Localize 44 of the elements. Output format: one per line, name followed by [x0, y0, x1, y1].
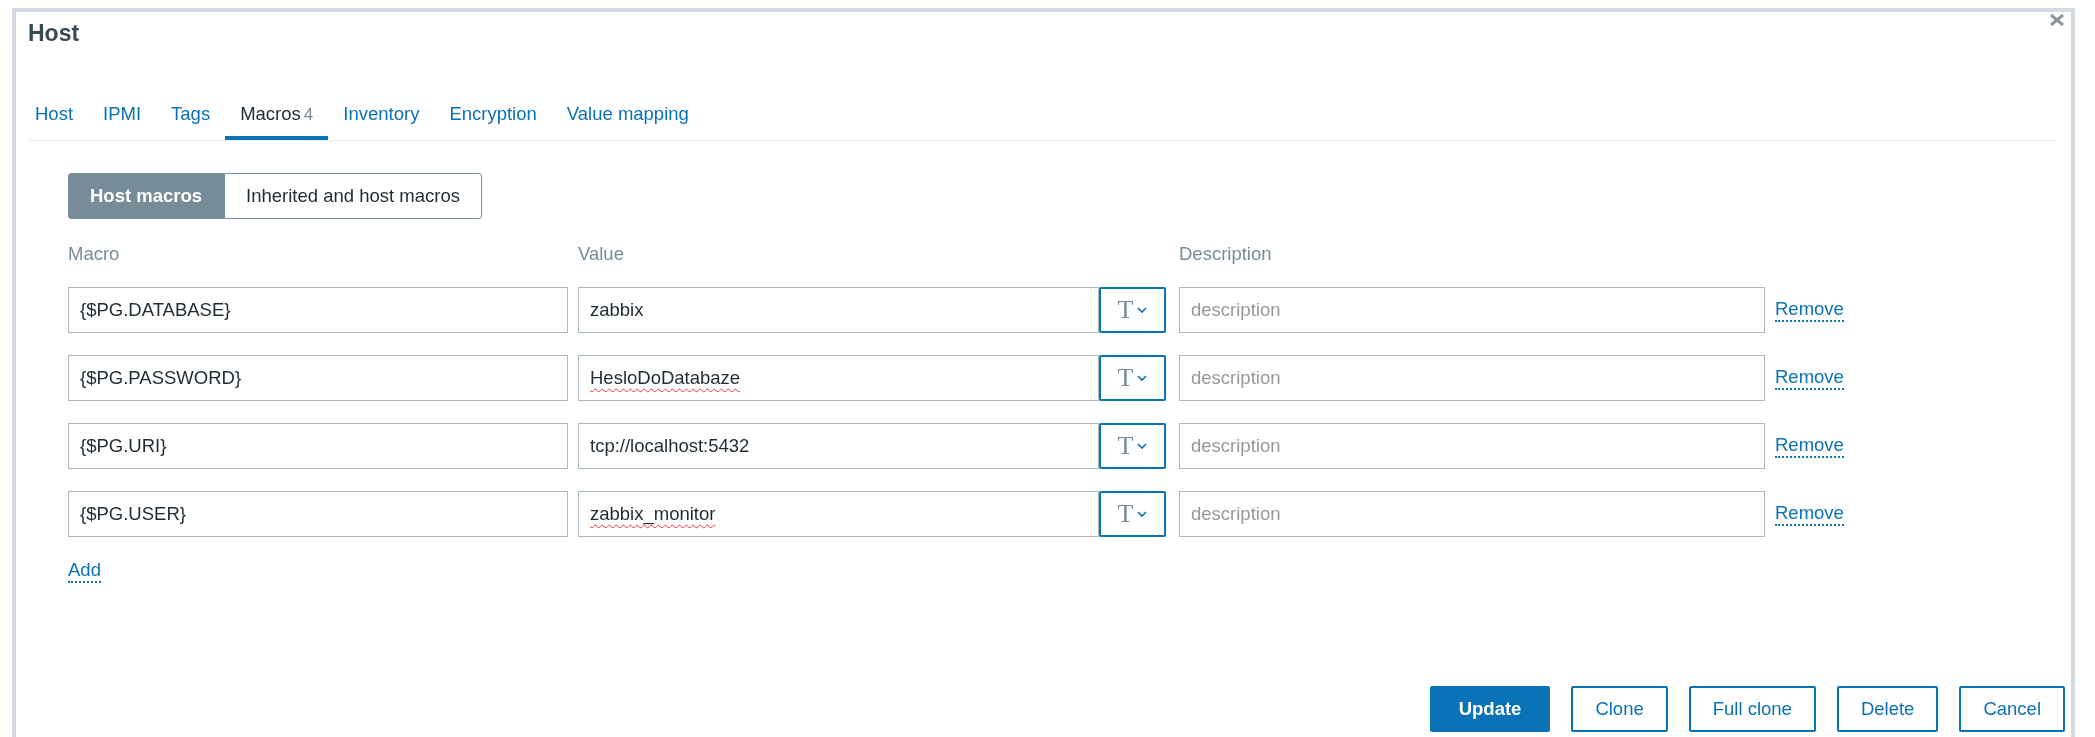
secondary-button[interactable]: Full clone: [1688, 686, 1816, 732]
description-field[interactable]: description: [1179, 423, 1765, 469]
value-field[interactable]: HesloDoDatabaze: [578, 355, 1099, 401]
description-field[interactable]: description: [1179, 355, 1765, 401]
tab[interactable]: Host: [28, 95, 89, 140]
chevron-down-icon: [1137, 374, 1148, 382]
secondary-button[interactable]: Cancel: [1959, 686, 2065, 732]
value-field[interactable]: tcp://localhost:5432: [578, 423, 1099, 469]
remove-link[interactable]: Remove: [1775, 501, 1844, 527]
type-dropdown[interactable]: T: [1099, 355, 1166, 401]
remove-link[interactable]: Remove: [1775, 297, 1844, 323]
macro-field[interactable]: {$PG.DATABASE}: [68, 287, 568, 333]
add-link[interactable]: Add: [68, 559, 101, 584]
value-field[interactable]: zabbix_monitor: [578, 491, 1099, 537]
view-toggle[interactable]: Host macros: [68, 173, 225, 219]
primary-button[interactable]: Update: [1429, 686, 1551, 732]
column-header: Macro: [68, 243, 121, 265]
tab[interactable]: IPMI: [88, 95, 157, 140]
secondary-button[interactable]: Delete: [1836, 686, 1939, 732]
view-toggle[interactable]: Inherited and host macros: [224, 173, 482, 219]
chevron-down-icon: [1137, 510, 1148, 518]
macro-field[interactable]: {$PG.USER}: [68, 491, 568, 537]
column-header: Value: [578, 243, 625, 265]
chevron-down-icon: [1137, 306, 1148, 314]
type-dropdown[interactable]: T: [1099, 287, 1166, 333]
macro-field[interactable]: {$PG.PASSWORD}: [68, 355, 568, 401]
type-dropdown[interactable]: T: [1099, 491, 1166, 537]
dialog-title: Host: [28, 20, 80, 47]
chevron-down-icon: [1137, 442, 1148, 450]
tab[interactable]: Tags: [156, 95, 226, 140]
type-dropdown[interactable]: T: [1099, 423, 1166, 469]
value-field[interactable]: zabbix: [578, 287, 1099, 333]
column-header: Description: [1179, 243, 1273, 265]
description-field[interactable]: description: [1179, 491, 1765, 537]
tab[interactable]: Encryption: [434, 95, 552, 140]
macro-field[interactable]: {$PG.URI}: [68, 423, 568, 469]
description-field[interactable]: description: [1179, 287, 1765, 333]
tab[interactable]: Inventory: [328, 95, 435, 140]
remove-link[interactable]: Remove: [1775, 433, 1844, 459]
close-icon[interactable]: [2049, 14, 2065, 26]
secondary-button[interactable]: Clone: [1571, 686, 1668, 732]
remove-link[interactable]: Remove: [1775, 365, 1844, 391]
tab[interactable]: Macros 4: [225, 95, 329, 140]
tab[interactable]: Value mapping: [551, 95, 704, 140]
